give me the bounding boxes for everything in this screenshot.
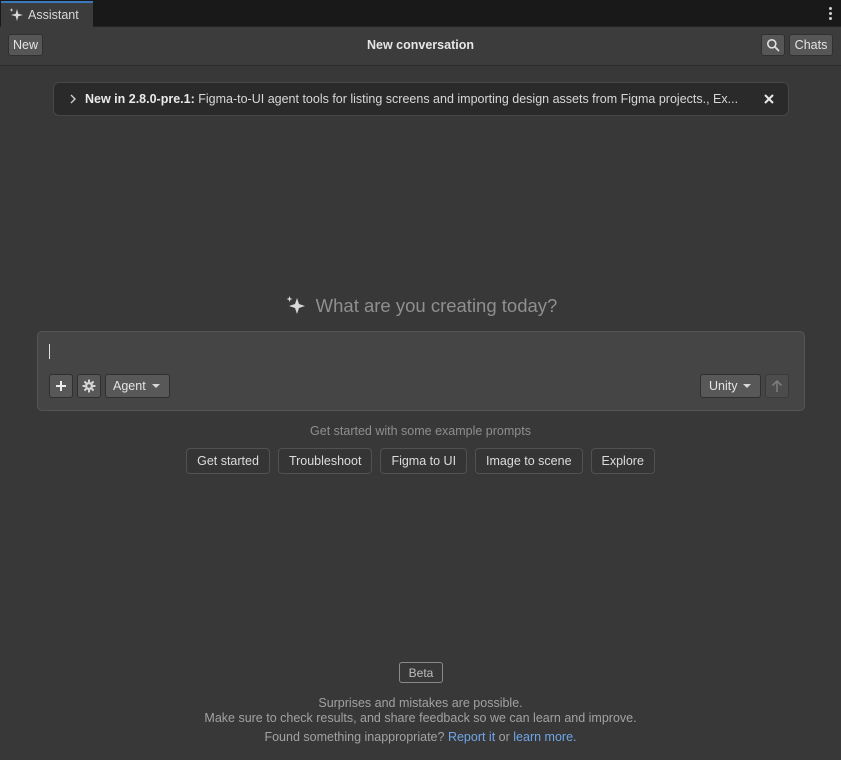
mode-dropdown-label: Agent (113, 379, 146, 393)
more-options-icon[interactable] (825, 5, 835, 21)
context-dropdown-label: Unity (709, 379, 738, 393)
add-attachment-button[interactable] (49, 374, 73, 398)
sparkle-icon (286, 296, 305, 314)
chevron-down-icon (743, 384, 752, 388)
assistant-tab-label: Assistant (28, 8, 79, 22)
sparkle-icon (9, 8, 23, 21)
context-dropdown[interactable]: Unity (700, 374, 761, 398)
send-button[interactable] (765, 374, 789, 398)
disclaimer-line-2: Make sure to check results, and share fe… (204, 711, 637, 725)
settings-button[interactable] (77, 374, 101, 398)
toolbar: New New conversation Chats (0, 27, 841, 66)
search-button[interactable] (761, 34, 785, 56)
example-explore-button[interactable]: Explore (590, 448, 655, 474)
banner-version: New in 2.8.0-pre.1: (85, 92, 195, 106)
empty-state-heading: What are you creating today? (0, 294, 841, 318)
example-prompts-label: Get started with some example prompts (310, 424, 531, 438)
example-image-to-scene-button[interactable]: Image to scene (475, 448, 583, 474)
gear-icon (82, 379, 96, 393)
report-line: Found something inappropriate? Report it… (0, 730, 841, 744)
text-caret (49, 344, 50, 359)
prompt-input-box[interactable]: Agent Unity (37, 331, 805, 411)
chevron-down-icon (151, 384, 160, 388)
example-troubleshoot-button[interactable]: Troubleshoot (277, 448, 373, 474)
heading-text: What are you creating today? (315, 295, 558, 316)
plus-icon (56, 381, 66, 391)
example-prompts: Get started Troubleshoot Figma to UI Ima… (0, 448, 841, 474)
period-text: . (573, 730, 577, 744)
mode-dropdown[interactable]: Agent (105, 374, 170, 398)
chevron-right-icon[interactable] (67, 92, 79, 106)
chats-button[interactable]: Chats (789, 34, 833, 56)
banner-message: Figma-to-UI agent tools for listing scre… (194, 92, 739, 106)
search-icon (767, 39, 780, 52)
disclaimer-line-1: Surprises and mistakes are possible. (318, 696, 523, 710)
report-prefix: Found something inappropriate? (264, 730, 445, 744)
close-icon[interactable] (762, 92, 776, 106)
arrow-up-icon (771, 379, 783, 392)
learn-more-link[interactable]: learn more (513, 730, 573, 744)
release-notes-banner[interactable]: New in 2.8.0-pre.1: Figma-to-UI agent to… (53, 82, 789, 116)
assistant-tab[interactable]: Assistant (1, 1, 93, 27)
conversation-title: New conversation (367, 38, 474, 52)
or-text: or (498, 730, 510, 744)
window-tab-strip: Assistant (0, 0, 841, 27)
report-it-link[interactable]: Report it (448, 730, 495, 744)
banner-text: New in 2.8.0-pre.1: Figma-to-UI agent to… (85, 92, 775, 106)
beta-badge: Beta (399, 662, 443, 683)
example-figma-to-ui-button[interactable]: Figma to UI (380, 448, 468, 474)
example-get-started-button[interactable]: Get started (186, 448, 270, 474)
